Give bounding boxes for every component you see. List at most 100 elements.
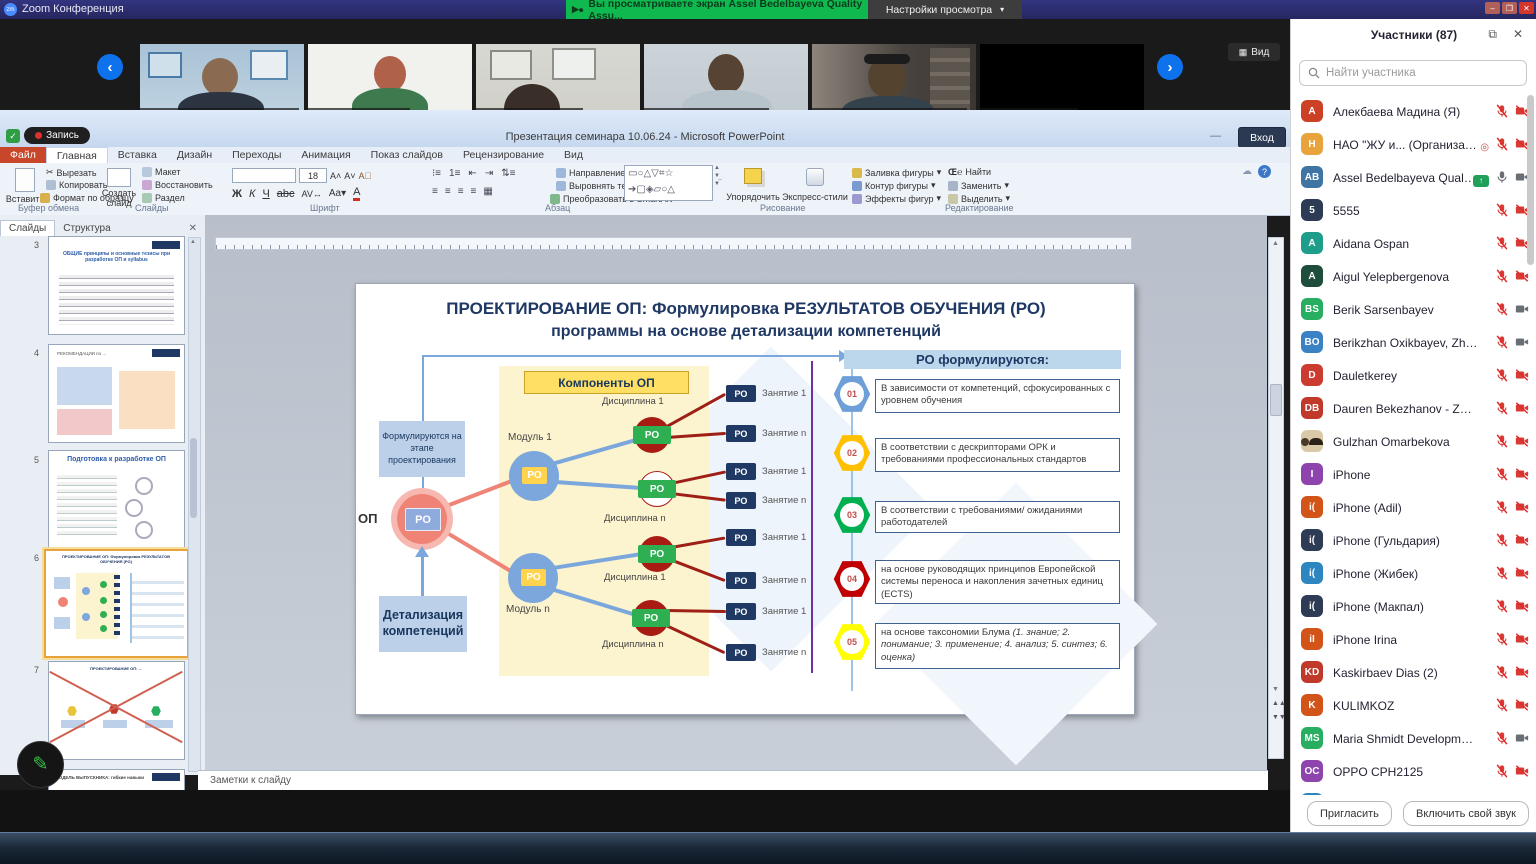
- italic-button[interactable]: К: [249, 188, 255, 200]
- font-size-combo[interactable]: 18: [299, 168, 327, 183]
- participant-row[interactable]: AAigul Yelepbergenova: [1291, 260, 1536, 293]
- columns-button[interactable]: ▦: [483, 186, 492, 197]
- numbering-button[interactable]: 1≡: [449, 168, 460, 179]
- participant-row[interactable]: IiPhone: [1291, 458, 1536, 491]
- arrange-button[interactable]: Упорядочить: [728, 166, 778, 202]
- tab-design[interactable]: Дизайн: [167, 147, 222, 163]
- participant-row[interactable]: DBDauren Bekezhanov - Zhetysu u...: [1291, 392, 1536, 425]
- view-button[interactable]: ▦Вид: [1228, 43, 1280, 61]
- participant-row[interactable]: DDauletkerey: [1291, 359, 1536, 392]
- layout-button[interactable]: Макет: [142, 167, 180, 177]
- notes-pane[interactable]: Заметки к слайду: [198, 770, 1268, 791]
- slide-thumbnail-5[interactable]: Подготовка к разработке ОП: [48, 450, 185, 549]
- tab-review[interactable]: Рецензирование: [453, 147, 554, 163]
- restore-button[interactable]: ❐: [1502, 2, 1517, 14]
- view-settings-button[interactable]: Настройки просмотра ▾: [868, 0, 1022, 19]
- participant-row[interactable]: i(iPhone (Жибек): [1291, 557, 1536, 590]
- ppt-minimize-button[interactable]: —: [1210, 130, 1221, 142]
- bullets-button[interactable]: ⁝≡: [432, 168, 441, 179]
- slide-thumbnail-7[interactable]: ПРОЕКТИРОВАНИЕ ОП: ...: [48, 661, 185, 760]
- participant-row[interactable]: ННАО "ЖУ и... (Организатор)◎: [1291, 128, 1536, 161]
- participant-row[interactable]: KDKaskirbaev Dias (2): [1291, 656, 1536, 689]
- participant-row[interactable]: Gulzhan Omarbekova: [1291, 425, 1536, 458]
- char-spacing-button[interactable]: AV↔: [302, 189, 322, 199]
- popout-icon[interactable]: ⧉: [1488, 27, 1497, 42]
- bold-button[interactable]: Ж: [232, 188, 242, 200]
- participant-row[interactable]: i(iPhone (Макпал): [1291, 590, 1536, 623]
- participant-row[interactable]: ААлекбаева Мадина (Я): [1291, 95, 1536, 128]
- ppt-scrollbar[interactable]: ▲ ▼ ▲▲ ▼▼: [1268, 237, 1284, 759]
- grow-font-button[interactable]: A˄: [330, 171, 341, 181]
- tab-outline[interactable]: Структура: [55, 221, 118, 236]
- shape-outline-button[interactable]: Контур фигуры ▾: [852, 180, 935, 191]
- participant-row[interactable]: MSMaria Shmidt Development of ...: [1291, 722, 1536, 755]
- scroll-up-icon[interactable]: ▲: [1272, 240, 1279, 247]
- quick-styles-button[interactable]: Экспресс-стили: [784, 166, 846, 202]
- participant-row[interactable]: i(iPhone (Гульдария): [1291, 524, 1536, 557]
- change-case-button[interactable]: Aa▾: [329, 188, 346, 199]
- reset-button[interactable]: Восстановить: [142, 180, 213, 190]
- decrease-indent-button[interactable]: ⇤: [468, 168, 476, 179]
- scroll-down-icon[interactable]: ▼: [1272, 686, 1279, 693]
- tab-file[interactable]: Файл: [0, 147, 46, 163]
- participant-row[interactable]: i(iPhone (Adil): [1291, 491, 1536, 524]
- participant-row[interactable]: ABAssel Bedelbayeva Quality ...↑: [1291, 161, 1536, 194]
- tab-home[interactable]: Главная: [46, 147, 108, 164]
- signin-button[interactable]: Вход: [1238, 127, 1286, 148]
- new-slide-button[interactable]: Создать слайд: [100, 166, 138, 209]
- next-slide-icon[interactable]: ▼▼: [1272, 714, 1286, 721]
- tab-transitions[interactable]: Переходы: [222, 147, 291, 163]
- tab-slides-thumbs[interactable]: Слайды: [0, 220, 55, 236]
- align-left-button[interactable]: ≡: [432, 186, 438, 197]
- shapes-scroll[interactable]: ▲▼▼̅: [712, 165, 722, 187]
- participant-row[interactable]: AAidana Ospan: [1291, 227, 1536, 260]
- close-button[interactable]: ✕: [1519, 2, 1534, 14]
- unmute-button[interactable]: Включить свой звук: [1403, 801, 1529, 826]
- font-color-button[interactable]: A: [353, 186, 360, 201]
- annotation-pencil-button[interactable]: ✎: [17, 741, 64, 788]
- shape-effects-button[interactable]: Эффекты фигур ▾: [852, 193, 941, 204]
- increase-indent-button[interactable]: ⇥: [485, 168, 493, 179]
- scroll-thumb[interactable]: [190, 438, 197, 518]
- shapes-gallery[interactable]: ▭○△▽⌗☆➔▢◈▱○△: [624, 165, 713, 201]
- minimize-button[interactable]: –: [1485, 2, 1500, 14]
- panel-scroll-thumb[interactable]: [1527, 95, 1534, 265]
- copy-button[interactable]: Копировать: [46, 180, 107, 190]
- search-input[interactable]: Найти участника: [1299, 60, 1527, 86]
- slide-thumbnail-6-selected[interactable]: ПРОЕКТИРОВАНИЕ ОП: Формулировка РЕЗУЛЬТА…: [44, 549, 189, 658]
- tab-view[interactable]: Вид: [554, 147, 593, 163]
- participant-row[interactable]: OCOPPO CPH2125: [1291, 755, 1536, 788]
- invite-button[interactable]: Пригласить: [1307, 801, 1392, 826]
- participant-row[interactable]: iIiPhone Irina: [1291, 623, 1536, 656]
- cut-button[interactable]: ✂Вырезать: [46, 167, 97, 178]
- tab-animations[interactable]: Анимация: [291, 147, 360, 163]
- ppt-titlebar[interactable]: ✓ Запись Презентация семинара 10.06.24 -…: [0, 110, 1290, 148]
- replace-button[interactable]: Заменить ▾: [948, 180, 1009, 191]
- clear-format-button[interactable]: A⃠: [359, 171, 372, 181]
- justify-button[interactable]: ≡: [471, 186, 477, 197]
- participant-row[interactable]: BSBerik Sarsenbayev: [1291, 293, 1536, 326]
- participant-row[interactable]: BOBerikzhan Oxikbayev, Zhetysu ...: [1291, 326, 1536, 359]
- slide-thumbnail-4[interactable]: РЕКОМЕНДАЦИИ по ...: [48, 344, 185, 443]
- participant-row[interactable]: 55555: [1291, 194, 1536, 227]
- align-center-button[interactable]: ≡: [445, 186, 451, 197]
- participant-row[interactable]: KKULIMKOZ: [1291, 689, 1536, 722]
- tab-insert[interactable]: Вставка: [108, 147, 167, 163]
- tab-slideshow[interactable]: Показ слайдов: [361, 147, 453, 163]
- find-button[interactable]: Œ℮Найти: [948, 167, 991, 177]
- shrink-font-button[interactable]: A˅: [344, 171, 355, 181]
- shape-fill-button[interactable]: Заливка фигуры ▾: [852, 167, 941, 178]
- scroll-thumb[interactable]: [1270, 384, 1282, 416]
- section-button[interactable]: Раздел: [142, 193, 185, 203]
- strip-prev-arrow[interactable]: ‹: [97, 54, 123, 80]
- align-right-button[interactable]: ≡: [458, 186, 464, 197]
- panel-close-icon[interactable]: ✕: [189, 223, 197, 234]
- strip-next-arrow[interactable]: ›: [1157, 54, 1183, 80]
- paste-button[interactable]: Вставить: [8, 166, 42, 204]
- slide-thumbnail-3[interactable]: ОБЩИЕ принципы и основные тезисы при раз…: [48, 236, 185, 335]
- panel-scrollbar[interactable]: ▲: [188, 237, 201, 772]
- strikethrough-button[interactable]: abc: [277, 188, 295, 200]
- line-spacing-button[interactable]: ⇅≡: [501, 168, 515, 179]
- panel-close-icon[interactable]: ✕: [1513, 27, 1523, 41]
- underline-button[interactable]: Ч: [262, 188, 269, 200]
